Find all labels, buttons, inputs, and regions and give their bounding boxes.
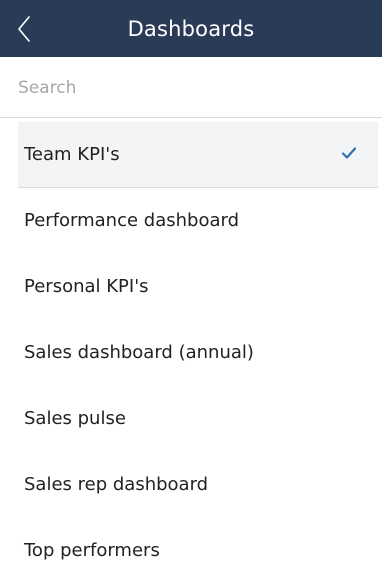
list-item-performance-dashboard[interactable]: Performance dashboard	[0, 188, 382, 254]
list-item-label: Sales dashboard (annual)	[24, 342, 254, 363]
list-item-label: Performance dashboard	[24, 210, 240, 231]
list-item-label: Personal KPI's	[24, 276, 149, 297]
list-item-label: Top performers	[24, 540, 160, 561]
app-header: Dashboards	[0, 0, 382, 57]
search-bar	[0, 57, 382, 118]
page-title: Dashboards	[127, 17, 255, 41]
dashboard-list: Team KPI's Performance dashboard Persona…	[0, 122, 382, 584]
list-item-sales-pulse[interactable]: Sales pulse	[0, 386, 382, 452]
list-item-team-kpis[interactable]: Team KPI's	[0, 122, 382, 188]
list-item-sales-dashboard-annual[interactable]: Sales dashboard (annual)	[0, 320, 382, 386]
list-item-label: Sales rep dashboard	[24, 474, 209, 495]
back-button[interactable]	[0, 0, 48, 57]
list-item-label: Team KPI's	[24, 144, 120, 165]
chevron-left-icon	[18, 15, 30, 42]
list-item-top-performers[interactable]: Top performers	[0, 518, 382, 584]
list-item-sales-rep-dashboard[interactable]: Sales rep dashboard	[0, 452, 382, 518]
search-input[interactable]	[18, 69, 358, 107]
list-item-personal-kpis[interactable]: Personal KPI's	[0, 254, 382, 320]
checkmark-icon	[342, 147, 356, 159]
list-item-label: Sales pulse	[24, 408, 126, 429]
